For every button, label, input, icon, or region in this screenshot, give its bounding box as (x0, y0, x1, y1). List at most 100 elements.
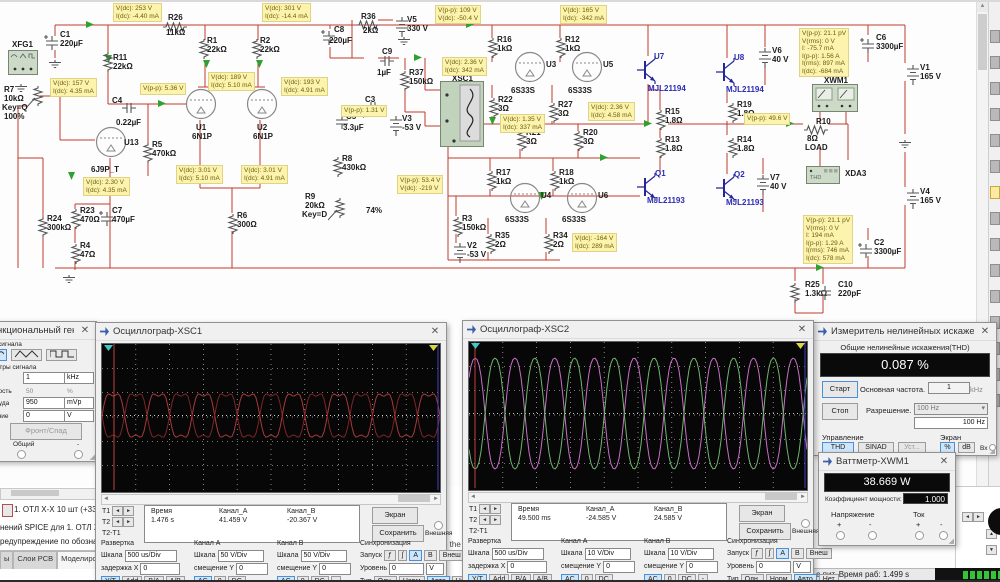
component-value-u1[interactable]: 6N1P (192, 132, 212, 141)
bode-plotter-icon[interactable] (990, 160, 1000, 173)
frequency-unit[interactable]: kHz (64, 372, 94, 384)
component-value-c8[interactable]: 220µF (329, 36, 352, 45)
component-ref-u3[interactable]: U3 (546, 60, 556, 69)
tab-fragment[interactable]: ы (0, 551, 14, 569)
component-ref-u7[interactable]: U7 (654, 52, 664, 61)
component-value-u4[interactable]: 6S33S (505, 215, 529, 224)
tab-pcb-layers[interactable]: Слои PCB (13, 551, 58, 569)
component-ref-r27[interactable]: R27 (558, 100, 573, 109)
component-ref-r24[interactable]: R24 (47, 214, 62, 223)
t2-left-icon[interactable]: ◄ (112, 517, 124, 528)
component-ref-r9[interactable]: R9 (305, 192, 315, 201)
component-symbol-r7[interactable] (25, 86, 48, 115)
component-ref-xfg1[interactable]: XFG1 (12, 40, 33, 49)
component-value-r7[interactable]: 10kΩ (4, 94, 24, 103)
xdelay-input[interactable]: 0 (507, 560, 548, 573)
component-symbol-v4[interactable] (906, 189, 920, 214)
component-ref-r22[interactable]: R22 (498, 95, 513, 104)
frequency-input[interactable]: 1 (23, 372, 65, 384)
scroll-down-icon[interactable]: ▼ (986, 545, 997, 555)
component-value-r16[interactable]: 1kΩ (497, 44, 512, 53)
component-ref-r2[interactable]: R2 (260, 36, 270, 45)
component-symbol-c6[interactable] (860, 37, 876, 60)
scroll-left-icon[interactable]: ◄ (103, 495, 109, 503)
component-ref-c10[interactable]: C10 (838, 280, 853, 289)
start-button[interactable]: Старт (822, 381, 858, 398)
component-ref-v6[interactable]: V6 (772, 46, 782, 55)
probe-annotation[interactable]: V(dc): 2.36 V I(dc): 4.58 mA (588, 102, 635, 121)
component-ref-r4[interactable]: R4 (80, 241, 90, 250)
channel-b-offset-input[interactable]: 0 (686, 560, 719, 573)
component-ref-c9[interactable]: C9 (382, 47, 392, 56)
scrollbar-thumb[interactable] (398, 495, 430, 502)
component-symbol-c10[interactable] (817, 286, 833, 305)
component-ref-r17[interactable]: R17 (496, 168, 511, 177)
close-icon[interactable]: ✕ (978, 324, 992, 339)
t1-right-icon[interactable]: ► (123, 506, 135, 517)
component-ref-c8[interactable]: C8 (334, 25, 344, 34)
component-symbol-xfg1[interactable] (8, 50, 38, 83)
probe-annotation[interactable]: V(p-p): 109 V V(dc): -50.4 V (435, 5, 482, 24)
channel-b-scale-input[interactable]: 10 V/Div (667, 547, 714, 560)
falling-edge-button[interactable]: ʃ (397, 550, 408, 561)
square-wave-button[interactable] (46, 349, 77, 361)
component-ref-c6[interactable]: C6 (876, 33, 886, 42)
channel-a-offset-input[interactable]: 0 (603, 560, 636, 573)
component-value-r2[interactable]: 22kΩ (260, 45, 280, 54)
probe-annotation[interactable]: V(p-p): 49.6 V (744, 113, 791, 125)
component-ref-c3[interactable]: C3 (365, 95, 375, 104)
titlebar[interactable]: Измеритель нелинейных искажений-XDA3 ✕ (814, 323, 996, 341)
logic-analyzer-icon[interactable] (990, 264, 1000, 277)
close-icon[interactable]: ✕ (937, 454, 951, 469)
external-trigger-terminal[interactable] (434, 521, 443, 530)
resize-grip[interactable]: ◢ (990, 447, 995, 455)
level-input[interactable]: 0 (388, 562, 425, 575)
component-ref-u8[interactable]: U8 (734, 53, 744, 62)
component-ref-r36[interactable]: R36 (361, 12, 376, 21)
scroll-right-icon[interactable]: ► (433, 495, 439, 503)
component-ref-r8[interactable]: R8 (342, 154, 352, 163)
component-ref-c4[interactable]: C4 (112, 96, 122, 105)
trigger-ext-button[interactable]: Внеш (438, 550, 465, 561)
schematic-label[interactable]: 100% (4, 112, 24, 121)
offset-input[interactable]: 0 (23, 410, 65, 422)
screen-button[interactable]: Экран (739, 505, 785, 522)
iv-analyzer-icon[interactable] (990, 290, 1000, 303)
schematic-label[interactable]: LOAD (805, 143, 828, 152)
component-value-r3[interactable]: 150kΩ (462, 223, 486, 232)
t1-left-icon[interactable]: ◄ (112, 506, 124, 517)
component-value-r24[interactable]: 300kΩ (47, 223, 71, 232)
probe-annotation[interactable]: V(p-p): 1.31 V (341, 105, 388, 117)
component-symbol-v3[interactable] (389, 116, 403, 141)
component-ref-c2[interactable]: C2 (874, 238, 884, 247)
channel-b-offset-input[interactable]: 0 (319, 562, 352, 575)
component-ref-r26[interactable]: R26 (168, 13, 183, 22)
component-value-r11[interactable]: 22kΩ (113, 62, 133, 71)
component-ref-r37[interactable]: R37 (409, 68, 424, 77)
probe-annotation[interactable]: V(dc): 157 V I(dc): 4.35 mA (50, 78, 97, 97)
trigger-ext-button[interactable]: Внеш (805, 548, 832, 559)
probe-annotation[interactable]: V(dc): -164 V I(dc): 289 mA (572, 233, 618, 252)
component-ref-r12[interactable]: R12 (565, 35, 580, 44)
component-value-r21[interactable]: 3Ω (526, 137, 537, 146)
component-value-r36[interactable]: 2kΩ (363, 26, 378, 35)
component-value-u8[interactable]: MJL21194 (726, 85, 764, 94)
component-value-c7[interactable]: 470µF (112, 215, 135, 224)
component-ref-q1[interactable]: Q1 (655, 169, 666, 178)
t1-left-icon[interactable]: ◄ (479, 504, 491, 515)
component-ref-r35[interactable]: R35 (495, 231, 510, 240)
resize-grip[interactable]: ◢ (949, 537, 954, 545)
schematic-label[interactable]: Key=Q (2, 103, 28, 112)
probe-annotation[interactable]: V(p-p): 21.1 pV V(rms): 0 V I: -75.7 mA I(p… (799, 28, 850, 77)
t1-right-icon[interactable]: ► (490, 504, 502, 515)
component-value-q1[interactable]: MJL21193 (647, 196, 685, 205)
offset-unit[interactable]: V (64, 410, 94, 422)
component-value-r9[interactable]: 20kΩ (305, 201, 325, 210)
component-symbol-xwm1[interactable] (812, 84, 858, 117)
component-ref-r19[interactable]: R19 (737, 100, 752, 109)
i-plus-terminal[interactable] (915, 531, 924, 540)
resolution-dropdown[interactable]: 100 Hz ▾ (914, 403, 988, 415)
titlebar[interactable]: Функциональный генерато... ✕ (0, 322, 96, 340)
component-ref-u13[interactable]: U13 (124, 138, 139, 147)
component-value-u5[interactable]: 6S33S (568, 86, 592, 95)
